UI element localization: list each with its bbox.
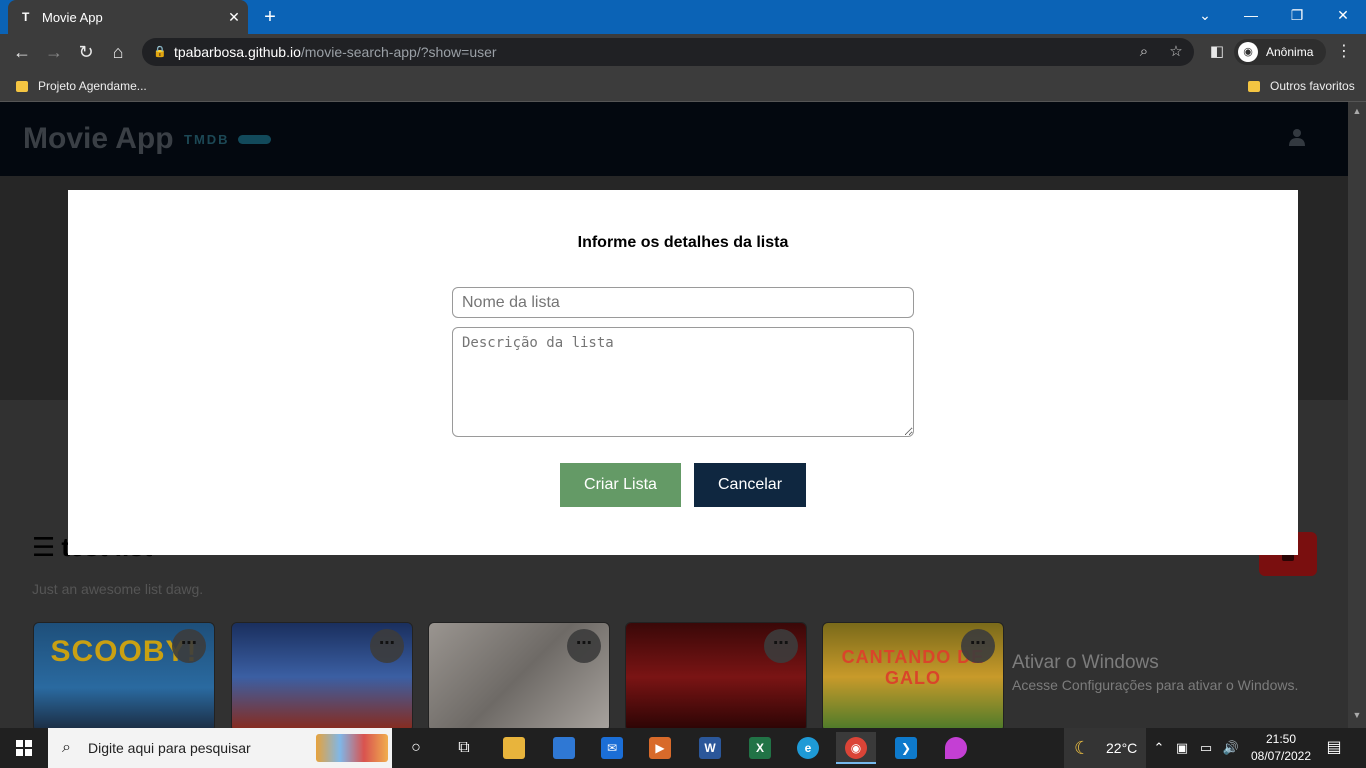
browser-toolbar: ← → ↻ ⌂ 🔒 tpabarbosa.github.io/movie-sea… bbox=[0, 34, 1366, 70]
poster-menu-button[interactable]: ⋯ bbox=[961, 629, 995, 663]
tmdb-logo-bar bbox=[238, 135, 271, 144]
folder-icon bbox=[1248, 80, 1260, 92]
poster-menu-button[interactable]: ⋯ bbox=[764, 629, 798, 663]
user-icon[interactable] bbox=[1287, 128, 1307, 148]
word-icon[interactable]: W bbox=[690, 732, 730, 764]
other-bookmarks[interactable]: Outros favoritos bbox=[1248, 77, 1355, 95]
sidebar-icon[interactable]: ◧ bbox=[1203, 39, 1231, 65]
temperature: 22°C bbox=[1106, 740, 1138, 756]
volume-icon[interactable]: 🔊 bbox=[1220, 728, 1242, 768]
folder-icon bbox=[16, 80, 28, 92]
lock-icon: 🔒 bbox=[153, 46, 167, 58]
create-list-modal: Informe os detalhes da lista Criar Lista… bbox=[68, 190, 1298, 555]
tab-strip: T Movie App ✕ + ⌄ — ❐ ✕ bbox=[0, 0, 1366, 34]
bookmark-label: Projeto Agendame... bbox=[38, 79, 147, 93]
forward-icon[interactable]: → bbox=[40, 39, 68, 65]
page-scrollbar[interactable]: ▲ ▼ bbox=[1348, 102, 1366, 728]
movie-poster[interactable]: ⋯ bbox=[231, 622, 413, 728]
minimize-button[interactable]: — bbox=[1228, 0, 1274, 30]
scroll-up-icon[interactable]: ▲ bbox=[1351, 106, 1363, 116]
file-explorer-icon[interactable] bbox=[494, 732, 534, 764]
scroll-down-icon[interactable]: ▼ bbox=[1351, 710, 1363, 720]
profile-label: Anônima bbox=[1266, 45, 1314, 59]
mail-icon[interactable]: ✉ bbox=[592, 732, 632, 764]
address-bar[interactable]: 🔒 tpabarbosa.github.io/movie-search-app/… bbox=[142, 38, 1194, 66]
back-icon[interactable]: ← bbox=[8, 39, 36, 65]
windows-taskbar: ⌕ Digite aqui para pesquisar ○ ⧉ ✉ ▶ W X… bbox=[0, 728, 1366, 768]
bookmark-label: Outros favoritos bbox=[1270, 79, 1355, 93]
vscode-icon[interactable]: ❯ bbox=[886, 732, 926, 764]
list-description-input[interactable] bbox=[452, 327, 914, 437]
moon-icon: ☾ bbox=[1074, 738, 1091, 758]
tab-search-icon[interactable]: ⌄ bbox=[1182, 0, 1228, 30]
profile-button[interactable]: ◉ Anônima bbox=[1234, 39, 1326, 65]
tab-favicon: T bbox=[22, 10, 30, 24]
poster-menu-button[interactable]: ⋯ bbox=[370, 629, 404, 663]
url-host: tpabarbosa.github.io bbox=[174, 44, 301, 60]
poster-menu-button[interactable]: ⋯ bbox=[567, 629, 601, 663]
activation-watermark-title: Ativar o Windows bbox=[1012, 652, 1159, 673]
windows-logo-icon bbox=[16, 740, 32, 756]
notification-icon[interactable]: ▤ bbox=[1322, 728, 1346, 768]
bookmarks-bar: Projeto Agendame... Outros favoritos bbox=[0, 70, 1366, 102]
start-button[interactable] bbox=[0, 728, 48, 768]
incognito-icon: ◉ bbox=[1238, 42, 1258, 62]
modal-title: Informe os detalhes da lista bbox=[577, 234, 789, 251]
task-view-icon[interactable]: ⧉ bbox=[444, 732, 484, 764]
new-tab-button[interactable]: + bbox=[258, 5, 282, 29]
create-list-button[interactable]: Criar Lista bbox=[560, 463, 681, 507]
search-icon: ⌕ bbox=[62, 739, 71, 756]
poster-menu-button[interactable]: ⋯ bbox=[172, 629, 206, 663]
tab-title: Movie App bbox=[42, 9, 103, 25]
clock-date: 08/07/2022 bbox=[1250, 749, 1312, 763]
search-placeholder: Digite aqui para pesquisar bbox=[88, 740, 251, 756]
menu-icon[interactable]: ⋮ bbox=[1334, 39, 1354, 65]
restore-button[interactable]: ❐ bbox=[1274, 0, 1320, 30]
edge-icon[interactable]: e bbox=[788, 732, 828, 764]
movie-poster[interactable]: SCOOBY! ⋯ bbox=[33, 622, 215, 728]
tab-close-icon[interactable]: ✕ bbox=[220, 9, 248, 26]
app-header: Movie App TMDB bbox=[0, 102, 1348, 176]
cancel-button[interactable]: Cancelar bbox=[694, 463, 806, 507]
paint-drop-icon[interactable] bbox=[936, 732, 976, 764]
bookmark-item[interactable]: Projeto Agendame... bbox=[16, 77, 147, 95]
home-icon[interactable]: ⌂ bbox=[104, 39, 132, 65]
list-description: Just an awesome list dawg. bbox=[32, 581, 204, 597]
movie-poster[interactable]: ⋯ bbox=[428, 622, 610, 728]
excel-icon[interactable]: X bbox=[740, 732, 780, 764]
app-logo[interactable]: Movie App bbox=[23, 122, 174, 156]
weather-widget[interactable]: ☾ 22°C bbox=[1064, 728, 1146, 768]
chrome-icon[interactable]: ◉ bbox=[836, 732, 876, 764]
list-name-input[interactable] bbox=[452, 287, 914, 318]
cortana-icon[interactable]: ○ bbox=[396, 732, 436, 764]
store-icon[interactable] bbox=[544, 732, 584, 764]
zoom-icon[interactable]: ⌕ bbox=[1130, 38, 1158, 66]
list-icon: ☰ bbox=[32, 532, 56, 562]
network-icon[interactable]: ▭ bbox=[1196, 728, 1216, 768]
tmdb-logo: TMDB bbox=[184, 132, 230, 147]
meet-icon[interactable]: ▣ bbox=[1172, 728, 1192, 768]
taskbar-search[interactable]: ⌕ Digite aqui para pesquisar bbox=[48, 728, 392, 768]
tray-chevron-icon[interactable]: ⌃ bbox=[1150, 728, 1168, 768]
clock-time: 21:50 bbox=[1265, 732, 1297, 746]
movie-poster[interactable]: ⋯ bbox=[625, 622, 807, 728]
video-editor-icon[interactable]: ▶ bbox=[640, 732, 680, 764]
search-highlight-image bbox=[316, 734, 388, 762]
close-window-button[interactable]: ✕ bbox=[1320, 0, 1366, 30]
reload-icon[interactable]: ↻ bbox=[72, 39, 100, 65]
url-path: /movie-search-app/?show=user bbox=[300, 44, 497, 60]
system-clock[interactable]: 21:50 08/07/2022 bbox=[1250, 731, 1312, 765]
star-icon[interactable]: ☆ bbox=[1162, 38, 1190, 66]
activation-watermark-text: Acesse Configurações para ativar o Windo… bbox=[1012, 677, 1299, 693]
browser-tab[interactable]: T Movie App ✕ bbox=[8, 0, 248, 34]
movie-poster[interactable]: CANTANDO DE GALO ⋯ bbox=[822, 622, 1004, 728]
